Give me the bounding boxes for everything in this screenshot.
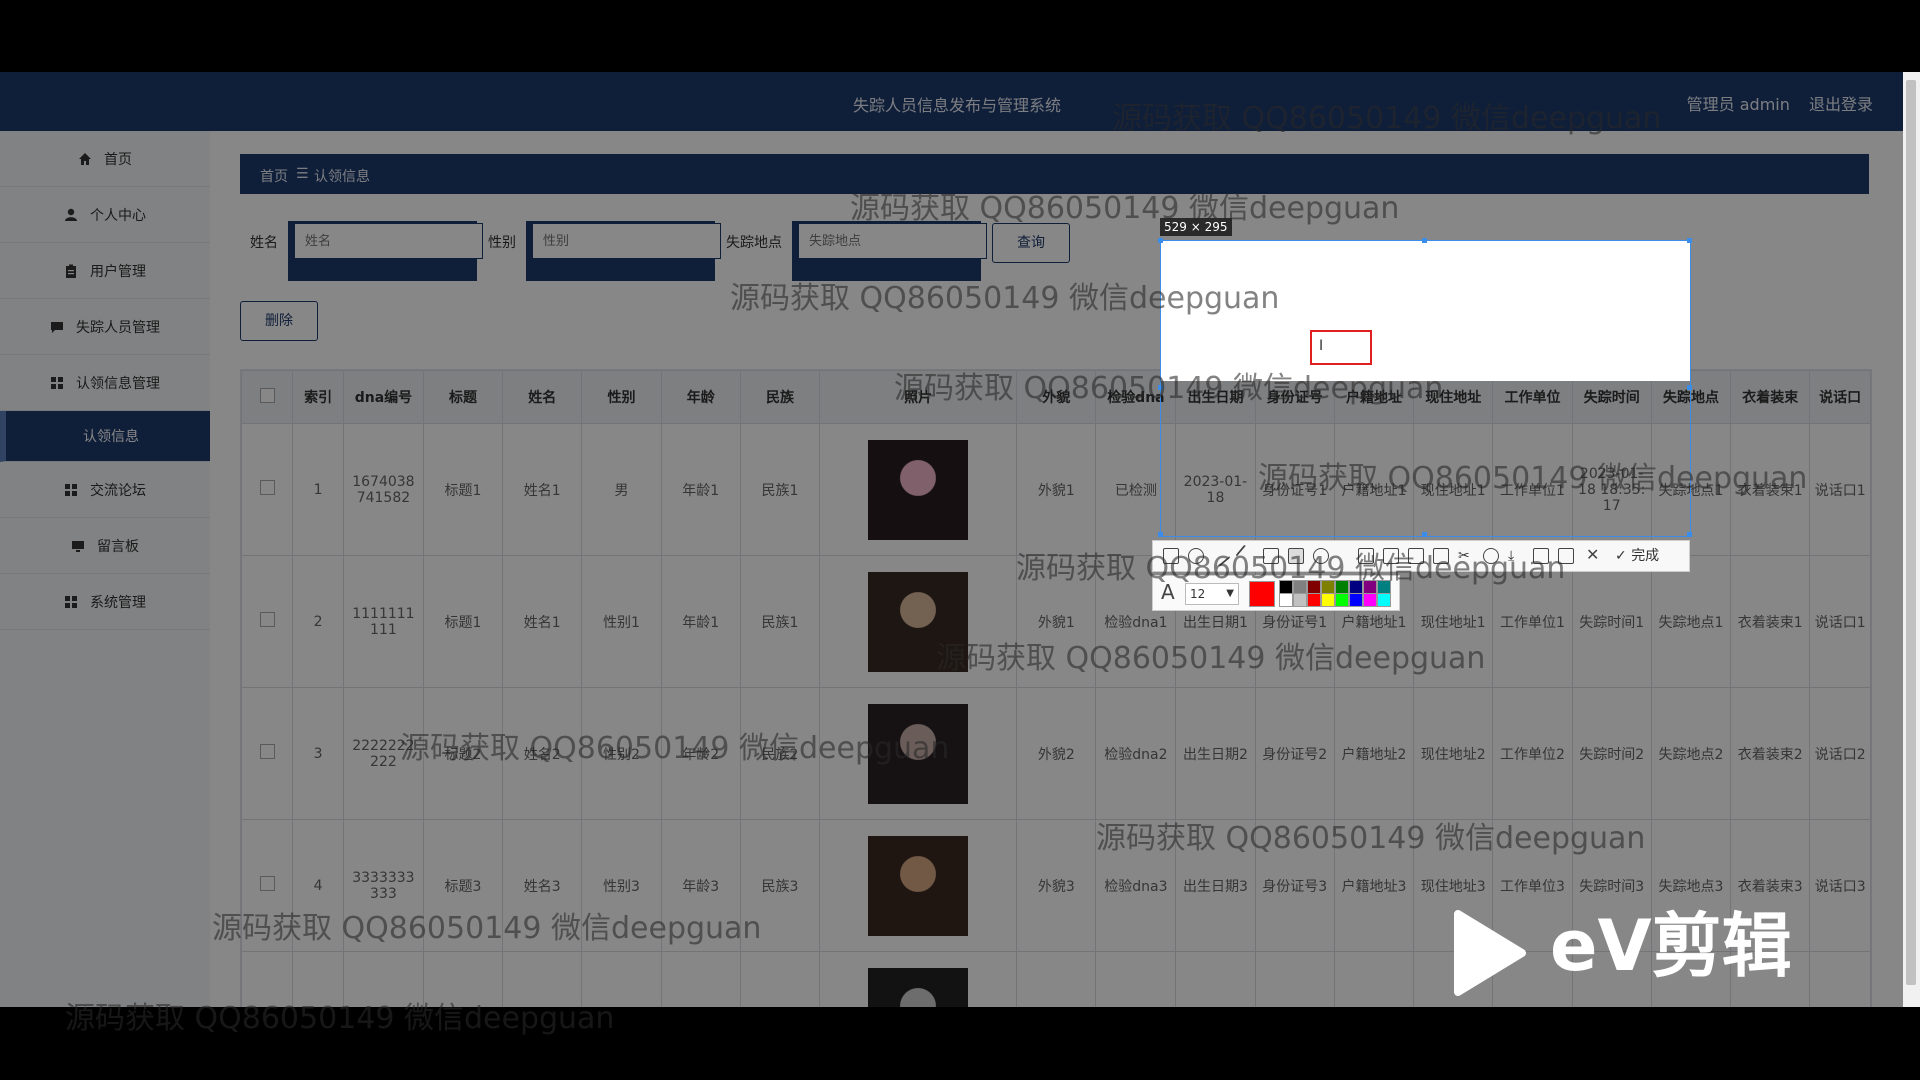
resize-handle[interactable] bbox=[1687, 532, 1692, 537]
color-swatch[interactable] bbox=[1279, 593, 1293, 607]
scrollbar-thumb[interactable] bbox=[1906, 80, 1916, 985]
ev-logo-text: eV剪辑 bbox=[1550, 905, 1792, 987]
resize-handle[interactable] bbox=[1422, 532, 1427, 537]
resize-handle[interactable] bbox=[1158, 532, 1163, 537]
watermark-text: 源码获取 QQ86050149 微信deepguan bbox=[1016, 551, 1566, 586]
color-swatch[interactable] bbox=[1321, 593, 1335, 607]
close-icon[interactable]: ✕ bbox=[1586, 545, 1599, 564]
color-swatch[interactable] bbox=[1307, 593, 1321, 607]
color-swatch[interactable] bbox=[1335, 593, 1349, 607]
done-label: 完成 bbox=[1631, 548, 1660, 564]
text-annotation-box[interactable]: I bbox=[1310, 330, 1372, 365]
resize-handle[interactable] bbox=[1687, 238, 1692, 243]
watermark-text: 源码获取 QQ86050149 微信deepguan bbox=[894, 371, 1444, 406]
watermark-text: 源码获取 QQ86050149 微信deepguan bbox=[1096, 821, 1646, 856]
color-swatch[interactable] bbox=[1349, 593, 1363, 607]
watermark-text: 源码获取 QQ86050149 微信deepguan bbox=[400, 731, 950, 766]
watermark-text: 源码获取 QQ86050149 微信deepguan bbox=[850, 191, 1400, 226]
play-icon bbox=[1454, 910, 1526, 996]
text-cursor-icon: I bbox=[1319, 338, 1324, 354]
color-swatch[interactable] bbox=[1377, 593, 1391, 607]
color-swatch[interactable] bbox=[1363, 593, 1377, 607]
ev-video-logo: eV剪辑 bbox=[1450, 900, 1820, 1010]
color-swatch[interactable] bbox=[1293, 593, 1307, 607]
resize-handle[interactable] bbox=[1422, 238, 1427, 243]
watermark-text: 源码获取 QQ86050149 微信deepguan bbox=[936, 641, 1486, 676]
check-icon: ✓ bbox=[1615, 548, 1627, 564]
watermark-text: 源码获取 QQ86050149 微信deepguan bbox=[1258, 461, 1808, 496]
chevron-down-icon: ▼ bbox=[1226, 588, 1234, 599]
resize-handle[interactable] bbox=[1158, 238, 1163, 243]
font-size-value: 12 bbox=[1190, 587, 1206, 601]
watermark-text: 源码获取 QQ86050149 微信deepguan bbox=[212, 911, 762, 946]
watermark-text: 源码获取 QQ86050149 微信deepguan bbox=[1112, 101, 1662, 136]
watermark-text: 源码获取 QQ86050149 微信deepguan bbox=[65, 1001, 615, 1036]
resize-handle[interactable] bbox=[1687, 385, 1692, 390]
done-button[interactable]: ✓ 完成 bbox=[1615, 545, 1659, 565]
watermark-text: 源码获取 QQ86050149 微信deepguan bbox=[730, 281, 1280, 316]
